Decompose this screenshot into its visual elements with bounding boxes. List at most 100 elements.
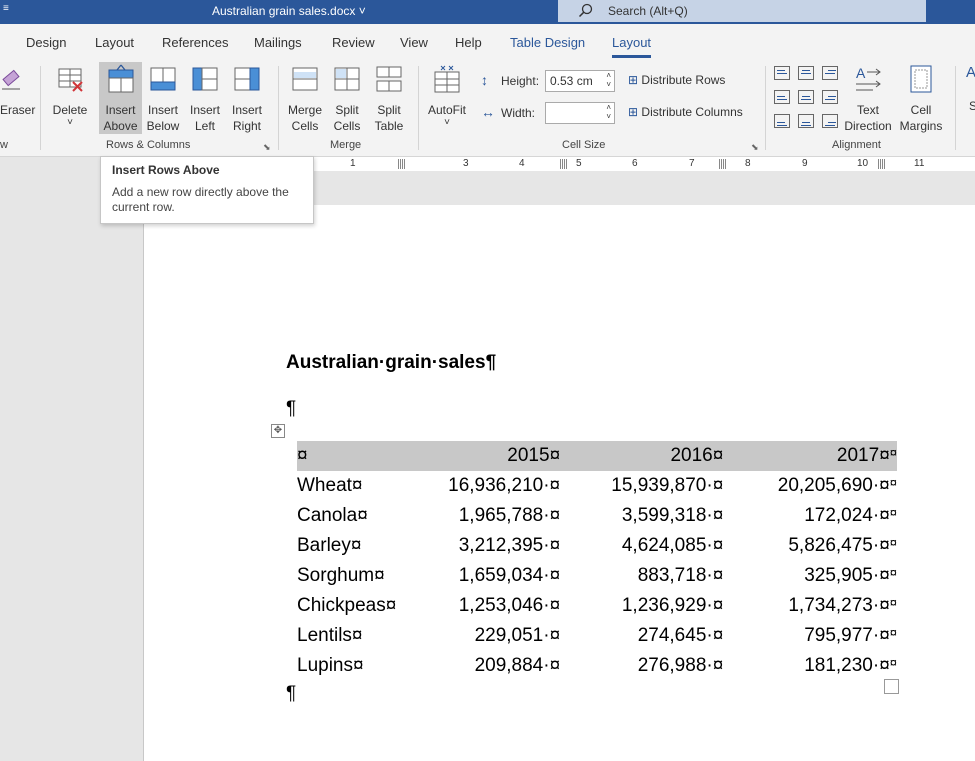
row-height-field[interactable]: 0.53 cm ˄ ˅ (545, 70, 615, 92)
distribute-columns-button[interactable]: ⊞ Distribute Columns (628, 105, 743, 119)
quick-access-menu-icon[interactable]: ≡ (3, 3, 9, 14)
table-cell[interactable]: 1,253,046·¤ (397, 591, 560, 621)
table-cell[interactable]: Lupins¤ (297, 651, 397, 681)
table-header-row[interactable]: ¤ 2015¤ 2016¤ 2017¤¤ (297, 441, 897, 471)
ruler-number: 11 (914, 158, 925, 169)
split-table-button[interactable]: Split Table (369, 64, 409, 134)
width-label: Width: (501, 106, 536, 120)
table-cell[interactable]: Chickpeas¤ (297, 591, 397, 621)
table-row[interactable]: Wheat¤ 16,936,210·¤ 15,939,870·¤ 20,205,… (297, 471, 897, 501)
text-direction-button[interactable]: A Text Direction (844, 64, 892, 134)
ruler-column-marker[interactable] (719, 159, 727, 169)
align-top-left-icon[interactable] (774, 66, 790, 80)
column-width-field[interactable]: ˄ ˅ (545, 102, 615, 124)
table-move-handle-icon[interactable]: ✥ (271, 424, 285, 438)
insert-left-button[interactable]: Insert Left (185, 64, 225, 134)
table-cell[interactable]: 1,659,034·¤ (397, 561, 560, 591)
row-height-spinner-icon[interactable]: ˄ ˅ (606, 71, 611, 89)
tab-design[interactable]: Design (26, 35, 66, 50)
table-cell[interactable]: 3,599,318·¤ (560, 501, 723, 531)
tab-references[interactable]: References (162, 35, 228, 50)
align-top-center-icon[interactable] (798, 66, 814, 80)
table-cell[interactable]: 795,977·¤¤ (723, 621, 897, 651)
table-cell[interactable]: Sorghum¤ (297, 561, 397, 591)
tab-help[interactable]: Help (455, 35, 482, 50)
align-middle-left-icon[interactable] (774, 90, 790, 104)
table-cell[interactable]: 172,024·¤¤ (723, 501, 897, 531)
cell-margins-button[interactable]: Cell Margins (896, 64, 946, 134)
ruler-column-marker[interactable] (398, 159, 406, 169)
ruler-column-marker[interactable] (560, 159, 568, 169)
sort-label-partial: S (969, 99, 975, 113)
distribute-columns-label: Distribute Columns (641, 105, 743, 119)
table-row[interactable]: Lentils¤ 229,051·¤ 274,645·¤ 795,977·¤¤ (297, 621, 897, 651)
table-cell[interactable]: 883,718·¤ (560, 561, 724, 591)
table-cell[interactable]: 16,936,210·¤ (397, 471, 560, 501)
tab-review[interactable]: Review (332, 35, 375, 50)
merge-cells-button[interactable]: Merge Cells (284, 64, 326, 134)
table-cell[interactable]: Wheat¤ (297, 471, 397, 501)
table-cell[interactable]: 15,939,870·¤ (560, 471, 723, 501)
table-cell[interactable]: Barley¤ (297, 531, 397, 561)
insert-above-button[interactable]: Insert Above (99, 62, 142, 134)
distribute-rows-button[interactable]: ⊞ Distribute Rows (628, 73, 725, 87)
table-cell[interactable]: 1,965,788·¤ (397, 501, 560, 531)
autofit-button[interactable]: AutoFit ˅ (425, 64, 469, 128)
align-bottom-left-icon[interactable] (774, 114, 790, 128)
insert-right-button[interactable]: Insert Right (226, 64, 268, 134)
table-cell[interactable]: 209,884·¤ (397, 651, 561, 681)
table-cell[interactable]: 5,826,475·¤¤ (723, 531, 897, 561)
table-header-cell[interactable]: ¤ (297, 441, 397, 471)
table-row[interactable]: Lupins¤ 209,884·¤ 276,988·¤ 181,230·¤¤ (297, 651, 897, 681)
group-label-merge: Merge (330, 139, 362, 151)
tab-mailings[interactable]: Mailings (254, 35, 302, 50)
insert-below-button[interactable]: Insert Below (143, 64, 183, 134)
table-cell[interactable]: 3,212,395·¤ (397, 531, 560, 561)
table-row[interactable]: Chickpeas¤ 1,253,046·¤ 1,236,929·¤ 1,734… (297, 591, 897, 621)
grain-sales-table[interactable]: ¤ 2015¤ 2016¤ 2017¤¤ Wheat¤ 16,936,210·¤… (297, 441, 897, 681)
align-bottom-center-icon[interactable] (798, 114, 814, 128)
table-cell[interactable]: 229,051·¤ (397, 621, 561, 651)
table-cell[interactable]: Canola¤ (297, 501, 397, 531)
eraser-button[interactable]: Eraser (0, 64, 35, 118)
align-top-right-icon[interactable] (822, 66, 838, 80)
table-cell[interactable]: 1,236,929·¤ (560, 591, 723, 621)
table-header-cell[interactable]: 2016¤ (560, 441, 724, 471)
table-resize-handle[interactable] (884, 679, 899, 694)
table-cell[interactable]: 20,205,690·¤¤ (723, 471, 897, 501)
tab-view[interactable]: View (400, 35, 428, 50)
sort-button-partial[interactable]: A (966, 64, 975, 81)
table-row[interactable]: Sorghum¤ 1,659,034·¤ 883,718·¤ 325,905·¤… (297, 561, 897, 591)
cell-margins-label-2: Margins (899, 119, 943, 133)
rows-columns-launcher-icon[interactable]: ⬊ (263, 142, 271, 153)
search-box[interactable]: Search (Alt+Q) (558, 0, 926, 22)
table-row[interactable]: Barley¤ 3,212,395·¤ 4,624,085·¤ 5,826,47… (297, 531, 897, 561)
document-title[interactable]: Australian grain sales.docx ˅ (212, 4, 366, 18)
text-direction-icon: A (856, 65, 881, 91)
cell-size-launcher-icon[interactable]: ⬊ (751, 142, 759, 153)
cell-margins-icon (910, 65, 932, 93)
table-cell[interactable]: 181,230·¤¤ (723, 651, 897, 681)
tab-table-design[interactable]: Table Design (510, 35, 585, 50)
tab-table-layout[interactable]: Layout (612, 35, 652, 58)
empty-paragraph[interactable]: ¶ (286, 398, 296, 420)
split-cells-button[interactable]: Split Cells (327, 64, 367, 134)
table-header-cell[interactable]: 2017¤¤ (723, 441, 897, 471)
column-width-spinner-icon[interactable]: ˄ ˅ (606, 103, 611, 121)
ruler-column-marker[interactable] (878, 159, 886, 169)
align-middle-center-icon[interactable] (798, 90, 814, 104)
table-row[interactable]: Canola¤ 1,965,788·¤ 3,599,318·¤ 172,024·… (297, 501, 897, 531)
delete-button[interactable]: Delete ˅ (50, 64, 90, 128)
table-cell[interactable]: 4,624,085·¤ (560, 531, 723, 561)
table-cell[interactable]: 274,645·¤ (560, 621, 724, 651)
table-cell[interactable]: 1,734,273·¤¤ (723, 591, 897, 621)
table-cell[interactable]: 325,905·¤¤ (723, 561, 897, 591)
document-heading[interactable]: Australian·grain·sales¶ (286, 352, 496, 374)
align-bottom-right-icon[interactable] (822, 114, 838, 128)
trailing-paragraph[interactable]: ¶ (286, 683, 296, 705)
table-header-cell[interactable]: 2015¤ (397, 441, 561, 471)
align-middle-right-icon[interactable] (822, 90, 838, 104)
table-cell[interactable]: 276,988·¤ (560, 651, 724, 681)
tab-layout[interactable]: Layout (95, 35, 134, 50)
table-cell[interactable]: Lentils¤ (297, 621, 397, 651)
